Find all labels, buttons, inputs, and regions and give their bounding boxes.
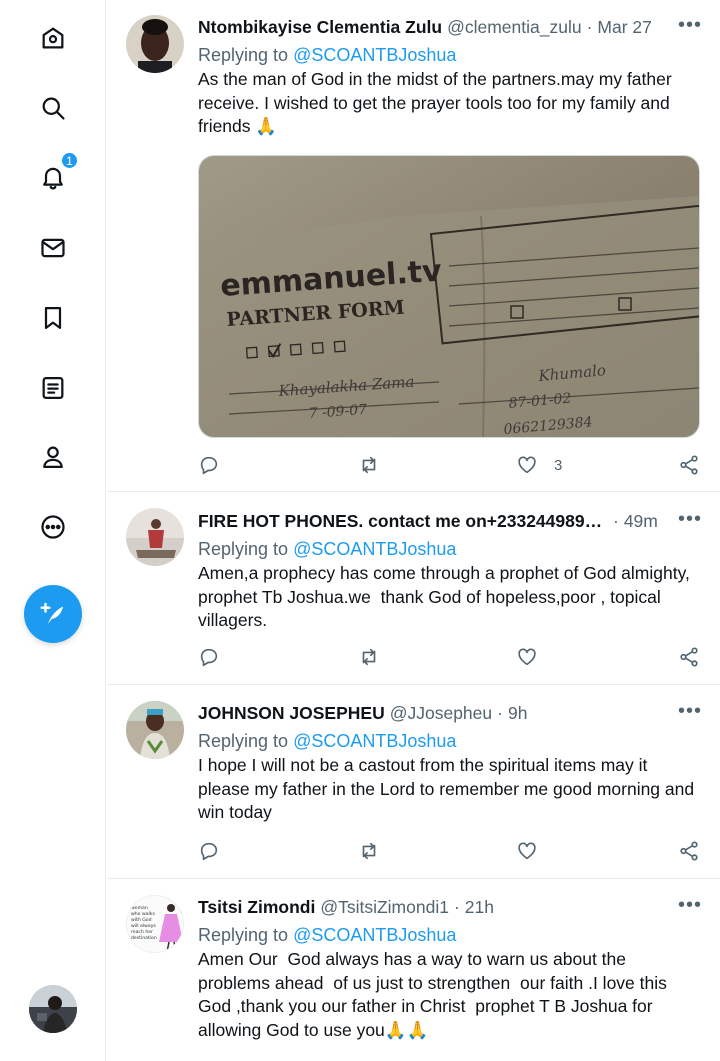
more-icon[interactable]: [37, 511, 69, 543]
avatar[interactable]: [126, 15, 184, 73]
tweet-time[interactable]: Mar 27: [597, 16, 651, 38]
more-options-icon[interactable]: •••: [678, 701, 702, 721]
author-handle[interactable]: @TsitsiZimondi1: [320, 896, 449, 918]
compose-tweet-icon: [40, 602, 63, 624]
like-count: 3: [554, 456, 563, 474]
sidebar: 1: [0, 0, 106, 1061]
tweet[interactable]: JOHNSON JOSEPHEU @JJosepheu · 9h ••• Rep…: [107, 685, 720, 879]
search-icon[interactable]: [37, 92, 69, 124]
mention-link[interactable]: @SCOANTBJoshua: [293, 925, 456, 945]
home-icon[interactable]: [37, 22, 69, 54]
heart-icon: [518, 456, 536, 474]
heart-icon: [518, 648, 536, 666]
tweet-text-body: Amen Our God always has a way to warn us…: [198, 949, 672, 1040]
more-options-icon[interactable]: •••: [678, 509, 702, 529]
mention-link[interactable]: @SCOANTBJoshua: [293, 45, 456, 65]
more-options-icon[interactable]: •••: [678, 895, 702, 915]
pray-emoji: 🙏🙏: [384, 1020, 429, 1041]
more-options-icon[interactable]: •••: [678, 15, 702, 35]
reply-button[interactable]: [198, 840, 220, 862]
replying-to-label: Replying to: [198, 45, 289, 65]
tweet-image[interactable]: emmanuel.tv PARTNER FORM Khayalakha Zama…: [198, 155, 700, 438]
notifications-icon[interactable]: 1: [37, 151, 79, 193]
retweet-icon: [362, 648, 376, 666]
share-icon: [680, 455, 698, 475]
retweet-icon: [362, 456, 376, 474]
author-handle[interactable]: @JJosepheu: [390, 702, 492, 724]
reply-feed: Ntombikayise Clementia Zulu @clementia_z…: [107, 0, 720, 1061]
reply-button[interactable]: [198, 454, 220, 476]
svg-text:who walks: who walks: [131, 911, 155, 917]
separator-dot: ·: [453, 897, 460, 917]
reply-icon: [200, 456, 218, 475]
separator-dot: ·: [586, 17, 593, 37]
share-icon: [680, 841, 698, 861]
account-avatar[interactable]: [29, 985, 77, 1033]
pray-emoji: 🙏: [255, 117, 278, 137]
lists-icon[interactable]: [37, 372, 69, 404]
bookmarks-icon[interactable]: [37, 302, 69, 334]
mention-link[interactable]: @SCOANTBJoshua: [293, 539, 456, 559]
compose-tweet-button[interactable]: [24, 585, 82, 643]
tweet[interactable]: woman who walks with God will always rea…: [107, 879, 720, 1061]
like-button[interactable]: [516, 840, 538, 862]
retweet-icon: [362, 842, 376, 860]
tweet-actions: [198, 646, 702, 672]
retweet-button[interactable]: [358, 646, 380, 668]
heart-icon: [518, 842, 536, 860]
author-name[interactable]: JOHNSON JOSEPHEU: [198, 702, 385, 724]
retweet-button[interactable]: [358, 454, 380, 476]
reply-button[interactable]: [198, 646, 220, 668]
share-icon: [680, 647, 698, 667]
author-name[interactable]: FIRE HOT PHONES. contact me on+233244989…: [198, 510, 608, 532]
profile-icon[interactable]: [37, 441, 69, 473]
svg-text:woman: woman: [131, 906, 148, 911]
author-name[interactable]: Ntombikayise Clementia Zulu: [198, 16, 442, 38]
avatar[interactable]: woman who walks with God will always rea…: [126, 895, 184, 953]
avatar[interactable]: [126, 508, 184, 566]
like-button[interactable]: 3: [516, 454, 562, 476]
author-handle[interactable]: @clementia_zulu: [447, 16, 582, 38]
tweet-time[interactable]: 21h: [465, 896, 494, 918]
replying-to: Replying to @SCOANTBJoshua: [198, 538, 702, 560]
share-button[interactable]: [678, 840, 700, 862]
avatar[interactable]: [126, 701, 184, 759]
tweet-text: As the man of God in the midst of the pa…: [198, 68, 702, 140]
tweet-text: Amen Our God always has a way to warn us…: [198, 948, 702, 1043]
share-button[interactable]: [678, 646, 700, 668]
replying-to-label: Replying to: [198, 539, 289, 559]
tweet-actions: 3: [198, 454, 702, 480]
replying-to: Replying to @SCOANTBJoshua: [198, 44, 702, 66]
replying-to: Replying to @SCOANTBJoshua: [198, 730, 702, 752]
tweet[interactable]: Ntombikayise Clementia Zulu @clementia_z…: [107, 0, 720, 492]
retweet-button[interactable]: [358, 840, 380, 862]
replying-to-label: Replying to: [198, 731, 289, 751]
replying-to-label: Replying to: [198, 925, 289, 945]
svg-text:reach her: reach her: [131, 929, 153, 935]
notification-badge: 1: [60, 151, 79, 170]
svg-text:will always: will always: [131, 923, 156, 929]
tweet-text: Amen,a prophecy has come through a proph…: [198, 563, 695, 630]
tweet-text: I hope I will not be a castout from the …: [198, 755, 699, 822]
mention-link[interactable]: @SCOANTBJoshua: [293, 731, 456, 751]
messages-icon[interactable]: [37, 232, 69, 264]
tweet-time[interactable]: 9h: [508, 702, 527, 724]
tweet-actions: [198, 840, 702, 866]
like-button[interactable]: [516, 646, 538, 668]
tweet[interactable]: FIRE HOT PHONES. contact me on+233244989…: [107, 492, 720, 685]
svg-text:destination: destination: [131, 935, 157, 941]
tweet-time[interactable]: 49m: [624, 510, 658, 532]
share-button[interactable]: [678, 454, 700, 476]
reply-icon: [200, 648, 218, 667]
separator-dot: ·: [497, 703, 503, 723]
separator-dot: ·: [613, 511, 619, 531]
reply-icon: [200, 842, 218, 861]
author-name[interactable]: Tsitsi Zimondi: [198, 896, 315, 918]
replying-to: Replying to @SCOANTBJoshua: [198, 924, 702, 946]
svg-text:with God: with God: [131, 917, 152, 923]
